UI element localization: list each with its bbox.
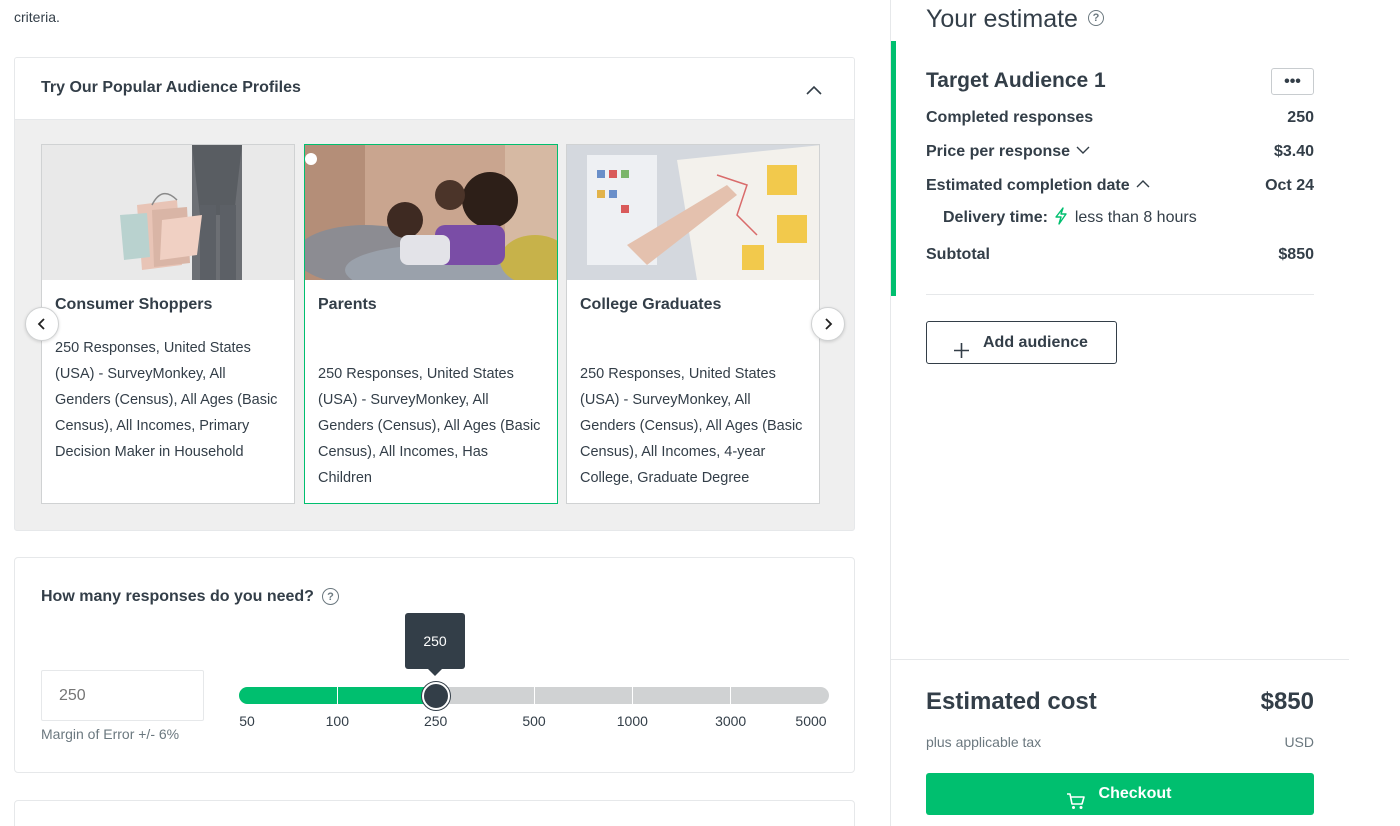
responses-input[interactable] bbox=[41, 670, 204, 721]
add-audience-label: Add audience bbox=[983, 334, 1088, 351]
estimate-title: Your estimate bbox=[926, 5, 1078, 33]
completion-date-row[interactable]: Estimated completion date Oct 24 bbox=[926, 177, 1314, 195]
help-icon[interactable]: ? bbox=[321, 588, 339, 606]
slider-tick-label: 3000 bbox=[715, 713, 747, 729]
checkout-label: Checkout bbox=[1098, 785, 1172, 802]
card-description: 250 Responses, United States (USA) - Sur… bbox=[580, 366, 803, 486]
carousel-next-button[interactable] bbox=[811, 307, 845, 341]
cost-label: Estimated cost bbox=[926, 688, 1097, 715]
chevron-down-icon[interactable] bbox=[1076, 142, 1090, 160]
delivery-label: Delivery time: bbox=[943, 209, 1048, 226]
cost-value: $850 bbox=[1260, 688, 1314, 715]
subtotal-value: $850 bbox=[1278, 246, 1314, 263]
price-per-response-row[interactable]: Price per response $3.40 bbox=[926, 143, 1314, 161]
chevron-up-icon[interactable] bbox=[1136, 176, 1150, 194]
delivery-value: less than 8 hours bbox=[1074, 209, 1197, 226]
slider-tick-label: 1000 bbox=[616, 713, 648, 729]
estimated-cost-panel: Estimated cost $850 plus applicable tax … bbox=[891, 659, 1349, 826]
card-description: 250 Responses, United States (USA) - Sur… bbox=[55, 340, 278, 460]
slider-tick-label: 5000 bbox=[795, 713, 827, 729]
responses-slider-track[interactable] bbox=[239, 687, 829, 704]
delivery-time: Delivery time: less than 8 hours bbox=[943, 204, 1197, 227]
slider-tick-label: 500 bbox=[522, 713, 546, 729]
card-description: 250 Responses, United States (USA) - Sur… bbox=[318, 366, 541, 486]
plus-icon bbox=[953, 334, 970, 375]
margin-of-error: Margin of Error +/- 6% bbox=[41, 726, 180, 742]
help-icon[interactable]: ? bbox=[1087, 10, 1104, 27]
completed-value: 250 bbox=[1287, 109, 1314, 126]
next-section-card bbox=[14, 800, 855, 826]
left-pane: criteria. Try Our Popular Audience Profi… bbox=[0, 0, 890, 826]
slider-tooltip: 250 bbox=[405, 613, 465, 676]
shopper-image bbox=[42, 145, 294, 280]
completed-responses-row: Completed responses 250 bbox=[926, 109, 1314, 127]
price-value: $3.40 bbox=[1273, 143, 1314, 160]
target-audience-block: Target Audience 1 ••• Completed response… bbox=[891, 41, 1400, 296]
chevron-right-icon bbox=[825, 318, 833, 330]
estimate-pane: Your estimate? Target Audience 1 ••• Com… bbox=[890, 0, 1400, 826]
carousel-prev-button[interactable] bbox=[25, 307, 59, 341]
profile-card-college-graduates[interactable]: College Graduates 250 Responses, United … bbox=[566, 144, 820, 504]
family-image bbox=[305, 145, 557, 280]
slider-tick-label: 250 bbox=[423, 713, 448, 729]
card-title: Parents bbox=[318, 296, 377, 313]
add-audience-button[interactable]: Add audience bbox=[926, 321, 1117, 364]
checkout-button[interactable]: Checkout bbox=[926, 773, 1314, 815]
chevron-left-icon bbox=[37, 318, 45, 330]
subtotal-label: Subtotal bbox=[926, 246, 990, 263]
cart-icon bbox=[1066, 785, 1086, 826]
tick-separator bbox=[534, 687, 535, 704]
completed-label: Completed responses bbox=[926, 109, 1094, 126]
date-value: Oct 24 bbox=[1265, 177, 1314, 194]
active-indicator bbox=[891, 41, 896, 296]
profile-card-consumer-shoppers[interactable]: Consumer Shoppers 250 Responses, United … bbox=[41, 144, 295, 504]
profiles-header: Try Our Popular Audience Profiles bbox=[15, 58, 854, 120]
price-label: Price per response bbox=[926, 143, 1071, 160]
responses-title: How many responses do you need? bbox=[41, 588, 314, 605]
chevron-up-icon[interactable] bbox=[804, 80, 824, 100]
estimate-heading: Your estimate? bbox=[926, 5, 1104, 34]
more-options-button[interactable]: ••• bbox=[1271, 68, 1314, 95]
responses-panel: How many responses do you need?? Margin … bbox=[14, 557, 855, 773]
divider bbox=[926, 294, 1314, 295]
date-label: Estimated completion date bbox=[926, 177, 1130, 194]
slider-handle[interactable] bbox=[421, 682, 450, 710]
card-title: Consumer Shoppers bbox=[55, 296, 213, 313]
audience-profiles-panel: Try Our Popular Audience Profiles Consum… bbox=[14, 57, 855, 531]
subtotal-row: Subtotal $850 bbox=[926, 246, 1314, 264]
slider-tick-label: 100 bbox=[325, 713, 350, 729]
profiles-title: Try Our Popular Audience Profiles bbox=[41, 79, 301, 96]
responses-heading: How many responses do you need?? bbox=[41, 588, 339, 606]
slider-tick-label: 50 bbox=[239, 713, 255, 729]
currency: USD bbox=[1284, 734, 1314, 750]
tick-separator bbox=[337, 687, 338, 704]
audience-title: Target Audience 1 bbox=[926, 69, 1106, 92]
criteria-text: criteria. bbox=[14, 9, 60, 25]
profile-card-parents[interactable]: Parents 250 Responses, United States (US… bbox=[304, 144, 558, 504]
tick-separator bbox=[632, 687, 633, 704]
card-title: College Graduates bbox=[580, 296, 722, 313]
tick-separator bbox=[730, 687, 731, 704]
tax-note: plus applicable tax bbox=[926, 734, 1042, 750]
whiteboard-image bbox=[567, 145, 819, 280]
lightning-icon bbox=[1054, 207, 1068, 230]
